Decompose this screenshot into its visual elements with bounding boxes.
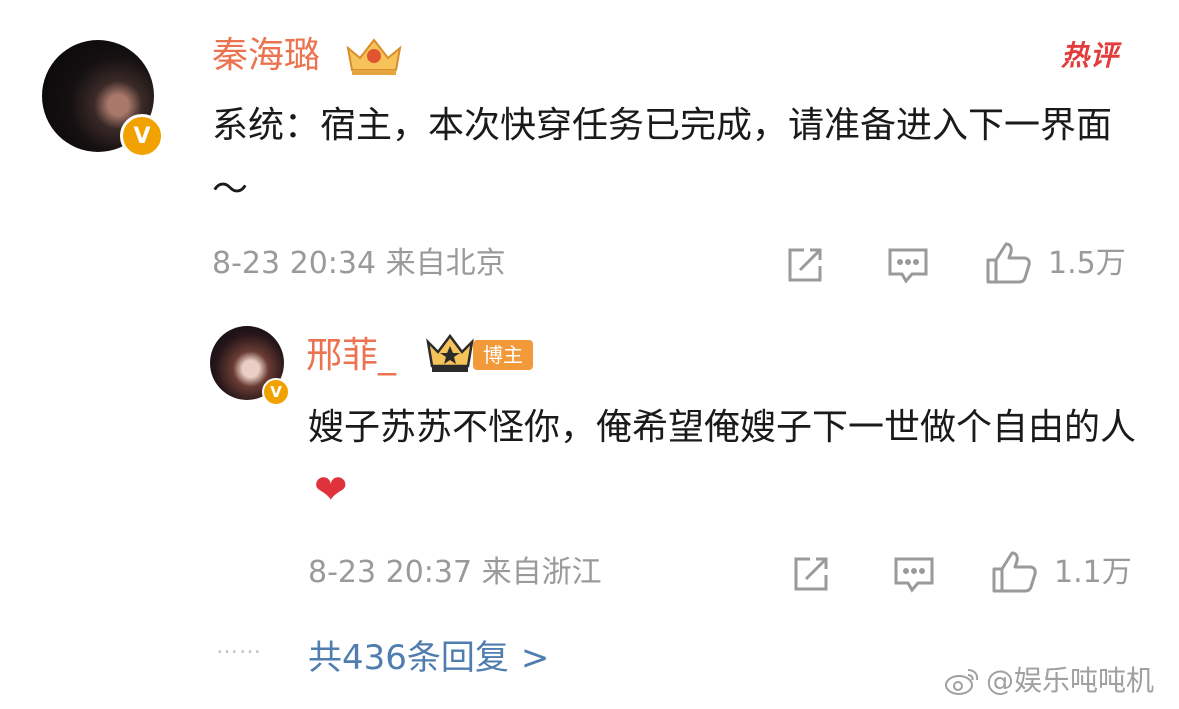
comment-icon[interactable]	[892, 553, 936, 595]
share-icon[interactable]	[784, 244, 826, 286]
reply-text: 嫂子苏苏不怪你，俺希望俺嫂子下一世做个自由的人 ❤	[308, 396, 1148, 524]
heart-emoji: ❤	[314, 467, 348, 513]
reply-username[interactable]: 邢菲_	[306, 336, 396, 376]
reply-time: 8-23 20:37 来自浙江	[308, 555, 602, 590]
like-icon[interactable]	[990, 549, 1038, 595]
comment-icon[interactable]	[886, 244, 930, 286]
verified-badge: V	[120, 114, 164, 158]
chevron-right-icon: >	[520, 638, 550, 678]
like-count: 1.5万	[1048, 246, 1126, 281]
crown-icon	[342, 34, 406, 78]
watermark-text: @娱乐吨吨机	[986, 664, 1155, 697]
blogger-badge: 博主	[473, 340, 533, 370]
reply-like-count: 1.1万	[1054, 555, 1132, 590]
hot-comment-label: 热评	[1061, 39, 1120, 72]
share-icon[interactable]	[790, 553, 832, 595]
dots-divider: ……	[216, 634, 262, 659]
watermark: @娱乐吨吨机	[944, 664, 1154, 698]
view-replies-link[interactable]: 共436条回复 >	[308, 638, 549, 678]
comment-text: 系统：宿主，本次快穿任务已完成，请准备进入下一界面～	[212, 105, 1113, 210]
reply-text-body: 嫂子苏苏不怪你，俺希望俺嫂子下一世做个自由的人	[308, 407, 1137, 448]
crown-icon	[424, 332, 476, 376]
comment-username[interactable]: 秦海璐	[212, 36, 320, 76]
weibo-logo-icon	[945, 669, 979, 695]
replies-count-label: 共436条回复	[308, 638, 509, 678]
like-icon[interactable]	[984, 240, 1032, 286]
comment-time: 8-23 20:34 来自北京	[212, 246, 506, 281]
reply-verified-badge: V	[262, 378, 290, 406]
